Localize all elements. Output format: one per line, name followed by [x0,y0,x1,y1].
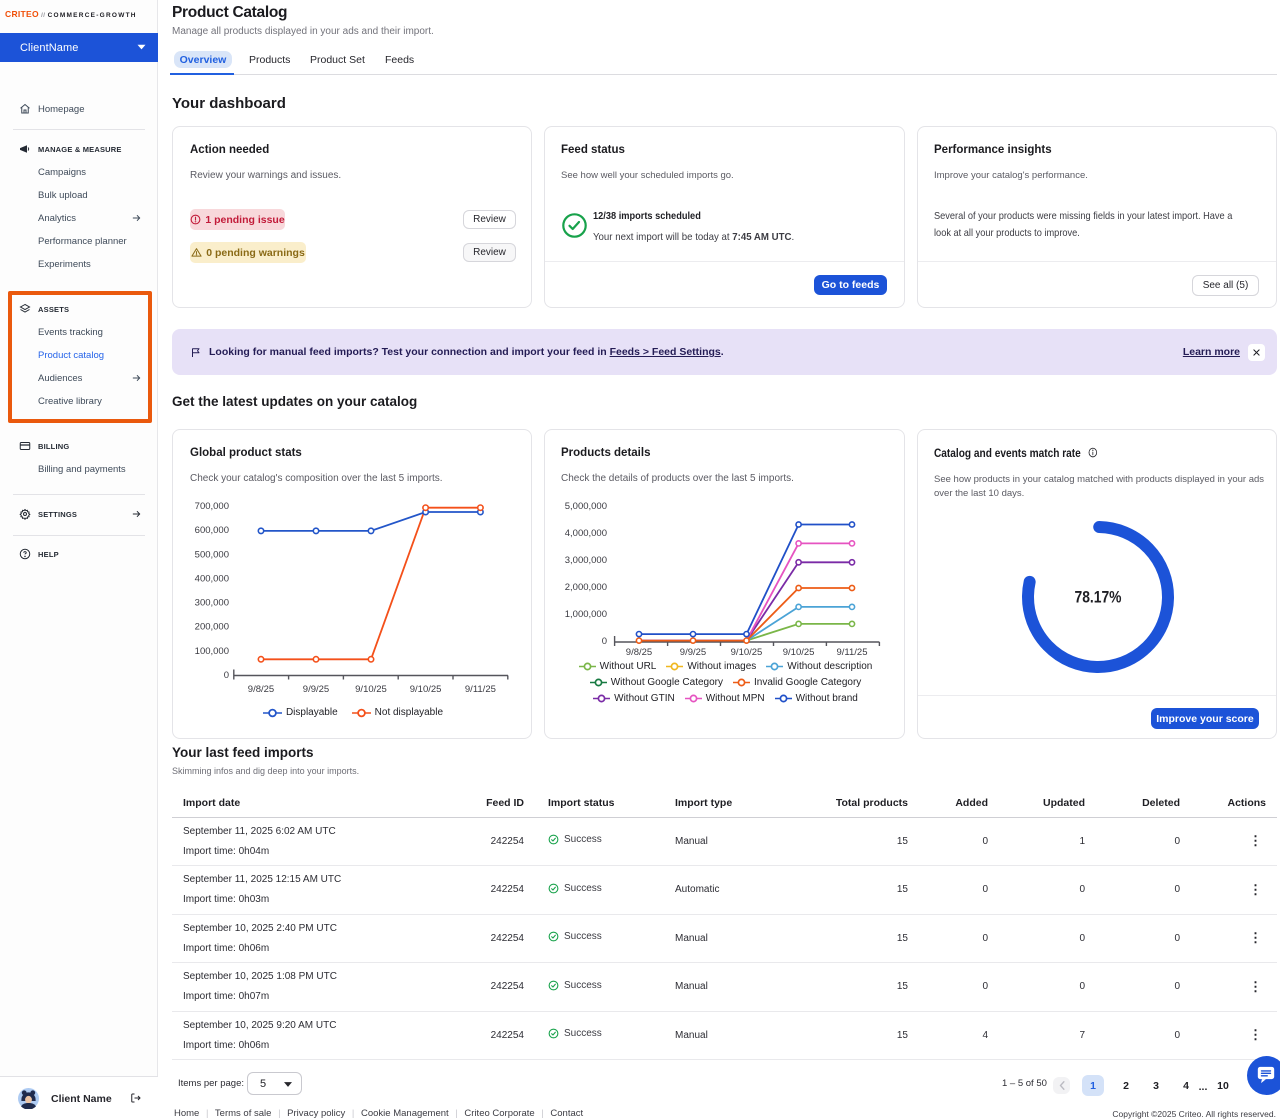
svg-text:9/8/25: 9/8/25 [248,684,274,695]
svg-text:9/9/25: 9/9/25 [303,684,329,695]
svg-text:3,000,000: 3,000,000 [565,555,607,566]
svg-text:9/10/25: 9/10/25 [355,684,387,695]
svg-text:0: 0 [224,670,229,681]
svg-text:9/11/25: 9/11/25 [837,647,868,658]
svg-text:2,000,000: 2,000,000 [565,582,607,593]
svg-text:400,000: 400,000 [195,573,229,584]
svg-text:300,000: 300,000 [195,598,229,609]
svg-text:700,000: 700,000 [195,501,229,512]
svg-text:9/10/25: 9/10/25 [731,647,763,658]
svg-text:0: 0 [602,636,607,647]
svg-text:200,000: 200,000 [195,622,229,633]
svg-text:9/9/25: 9/9/25 [680,647,706,658]
svg-text:5,000,000: 5,000,000 [565,501,607,512]
svg-text:9/10/25: 9/10/25 [783,647,815,658]
svg-text:9/10/25: 9/10/25 [410,684,442,695]
svg-text:9/11/25: 9/11/25 [465,684,496,695]
svg-text:100,000: 100,000 [195,646,229,657]
svg-text:9/8/25: 9/8/25 [626,647,652,658]
svg-text:4,000,000: 4,000,000 [565,528,607,539]
svg-text:600,000: 600,000 [195,525,229,536]
svg-text:1,000,000: 1,000,000 [565,609,607,620]
svg-text:78.17%: 78.17% [1075,588,1122,607]
svg-text:500,000: 500,000 [195,549,229,560]
